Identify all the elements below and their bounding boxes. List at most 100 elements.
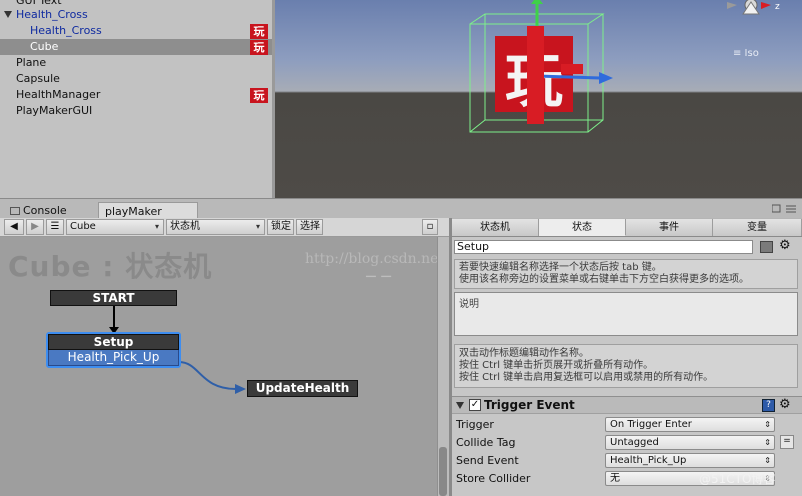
trigger-select[interactable]: On Trigger Enter ⇕ — [605, 417, 775, 432]
gizmo-x-arrow-icon[interactable] — [599, 72, 613, 84]
transition-link — [178, 361, 237, 390]
start-node[interactable]: START — [50, 290, 177, 306]
gizmo-z-handle[interactable] — [561, 64, 583, 74]
hierarchy-item-label: Plane — [16, 56, 47, 69]
dropdown-arrow-icon: ▾ — [255, 222, 260, 231]
state-description-field[interactable]: 说明 — [454, 292, 798, 336]
tab-playmaker[interactable]: playMaker — [98, 202, 198, 219]
playmaker-badge-icon: 玩 — [250, 24, 268, 39]
list-button[interactable]: ☰ — [46, 219, 64, 235]
collide-tag-value: Untagged — [610, 437, 659, 448]
console-icon — [10, 207, 20, 215]
watermark: @51CTO博客 — [699, 472, 776, 486]
foldout-arrow-icon[interactable] — [456, 402, 464, 409]
fsm-select[interactable]: 状态机 ▾ — [166, 219, 265, 235]
action-header[interactable]: ✓ Trigger Event ? ⚙ — [452, 396, 802, 414]
tab-menu-icon[interactable] — [772, 204, 798, 214]
scene-view[interactable]: 玩 z ≡ Iso — [275, 0, 802, 198]
gear-icon[interactable]: ⚙ — [779, 238, 791, 253]
tab-variables[interactable]: 变量 — [713, 219, 802, 236]
select-label: 选择 — [300, 221, 320, 232]
hierarchy-item-label: Health_Cross — [16, 8, 88, 21]
back-button[interactable]: ◀ — [4, 219, 24, 235]
tab-label: playMaker — [105, 205, 162, 218]
lock-button[interactable]: 锁定 — [267, 219, 294, 235]
updatehealth-state-node[interactable]: UpdateHealth — [247, 380, 358, 397]
param-label: Send Event — [456, 454, 519, 467]
hierarchy-item-plane[interactable]: Plane — [0, 55, 272, 71]
minimap-icon: ▫ — [426, 221, 434, 232]
collide-tag-select[interactable]: Untagged ⇕ — [605, 435, 775, 450]
hierarchy-item-capsule[interactable]: Capsule — [0, 71, 272, 87]
tab-state[interactable]: 状态 — [539, 219, 626, 236]
action-title[interactable]: Trigger Event — [484, 398, 575, 412]
hint-text: 使用该名称旁边的设置菜单或右键单击下方空白获得更多的选项。 — [459, 274, 749, 285]
select-button[interactable]: 选择 — [296, 219, 323, 235]
param-trigger: Trigger On Trigger Enter ⇕ — [452, 416, 802, 434]
fsm-graph-view[interactable]: Cube : 状态机 http://blog.csdn.net/ ─ ─ STA… — [0, 237, 449, 496]
description-placeholder: 说明 — [459, 299, 479, 310]
bottom-tab-bar: Console playMaker — [0, 198, 802, 219]
variable-toggle-button[interactable]: = — [780, 435, 794, 449]
hint-text: 若要快速编辑名称选择一个状态后按 tab 键。 — [459, 262, 662, 273]
help-icon[interactable]: ? — [762, 399, 775, 412]
action-enabled-checkbox[interactable]: ✓ — [469, 399, 481, 411]
gizmo-z-label: z — [775, 2, 780, 12]
start-node-label: START — [50, 290, 177, 306]
hierarchy-item-healthmanager[interactable]: HealthManager 玩 — [0, 87, 272, 103]
gear-icon[interactable]: ⚙ — [779, 397, 791, 412]
state-color-swatch[interactable] — [760, 241, 773, 253]
back-arrow-icon: ◀ — [10, 221, 18, 232]
hierarchy-item-label: PlayMakerGUI — [16, 104, 93, 117]
setup-state-node[interactable]: Setup Health_Pick_Up — [46, 332, 181, 368]
hierarchy-item-label: Health_Cross — [30, 24, 102, 37]
param-label: Trigger — [456, 418, 494, 431]
param-collide-tag: Collide Tag Untagged ⇕ = — [452, 434, 802, 452]
hierarchy-item-health-cross-child[interactable]: Health_Cross 玩 — [0, 23, 272, 39]
projection-label[interactable]: ≡ Iso — [733, 48, 759, 59]
lock-label: 锁定 — [271, 221, 291, 232]
equals-icon: = — [783, 436, 791, 446]
forward-button[interactable]: ▶ — [26, 219, 44, 235]
orientation-gizmo[interactable]: z — [727, 0, 780, 15]
updown-arrow-icon: ⇕ — [764, 456, 771, 465]
hierarchy-panel: GUI Text Health_Cross Health_Cross 玩 Cub… — [0, 0, 272, 198]
transition-arrow-icon — [235, 384, 246, 394]
tab-console[interactable]: Console — [4, 202, 96, 219]
setup-node-label: Setup — [48, 334, 179, 350]
forward-arrow-icon: ▶ — [31, 221, 39, 232]
gizmo-x-axis[interactable] — [536, 74, 601, 80]
playmaker-badge-icon: 玩 — [250, 40, 268, 55]
param-send-event: Send Event Health_Pick_Up ⇕ — [452, 452, 802, 470]
state-name-field[interactable]: Setup — [454, 240, 753, 254]
dropdown-arrow-icon: ▾ — [154, 222, 159, 231]
hierarchy-item-playmakergui[interactable]: PlayMakerGUI — [0, 103, 272, 119]
tab-events[interactable]: 事件 — [626, 219, 713, 236]
hierarchy-item-health-cross[interactable]: Health_Cross — [0, 7, 272, 23]
store-collider-value: 无 — [610, 473, 620, 484]
updown-arrow-icon: ⇕ — [764, 438, 771, 447]
setup-transition-event[interactable]: Health_Pick_Up — [48, 350, 179, 366]
minimap-toggle[interactable]: ▫ — [422, 219, 438, 235]
hint-text: 按住 Ctrl 键单击启用复选框可以启用或禁用的所有动作。 — [459, 372, 714, 383]
playmaker-toolbar: ◀ ▶ ☰ Cube ▾ 状态机 ▾ 锁定 选择 ▫ — [0, 218, 449, 237]
hint-text: 按住 Ctrl 键单击折页展开或折叠所有动作。 — [459, 360, 654, 371]
hierarchy-item-cube[interactable]: Cube 玩 — [0, 39, 272, 55]
send-event-select[interactable]: Health_Pick_Up ⇕ — [605, 453, 775, 468]
trigger-value: On Trigger Enter — [610, 419, 692, 430]
playmaker-inspector: 状态机 状态 事件 变量 Setup ⚙ 若要快速编辑名称选择一个状态后按 ta… — [452, 218, 802, 496]
gizmo-y-arrow-icon[interactable] — [531, 0, 543, 4]
state-hint-box: 若要快速编辑名称选择一个状态后按 tab 键。 使用该名称旁边的设置菜单或右键单… — [454, 259, 798, 289]
gameobject-select[interactable]: Cube ▾ — [66, 219, 164, 235]
graph-scroll-thumb[interactable] — [439, 447, 447, 496]
hierarchy-item-label: Capsule — [16, 72, 60, 85]
playmaker-badge-icon: 玩 — [250, 88, 268, 103]
gizmo-z-axis[interactable] — [527, 26, 544, 124]
foldout-arrow-icon[interactable] — [4, 11, 12, 18]
unity-editor-window: GUI Text Health_Cross Health_Cross 玩 Cub… — [0, 0, 802, 496]
updatehealth-node-label: UpdateHealth — [247, 380, 358, 397]
updown-arrow-icon: ⇕ — [764, 420, 771, 429]
tab-fsm[interactable]: 状态机 — [452, 219, 539, 236]
fsm-select-value: 状态机 — [170, 221, 200, 232]
hierarchy-item-label: Cube — [30, 40, 59, 53]
